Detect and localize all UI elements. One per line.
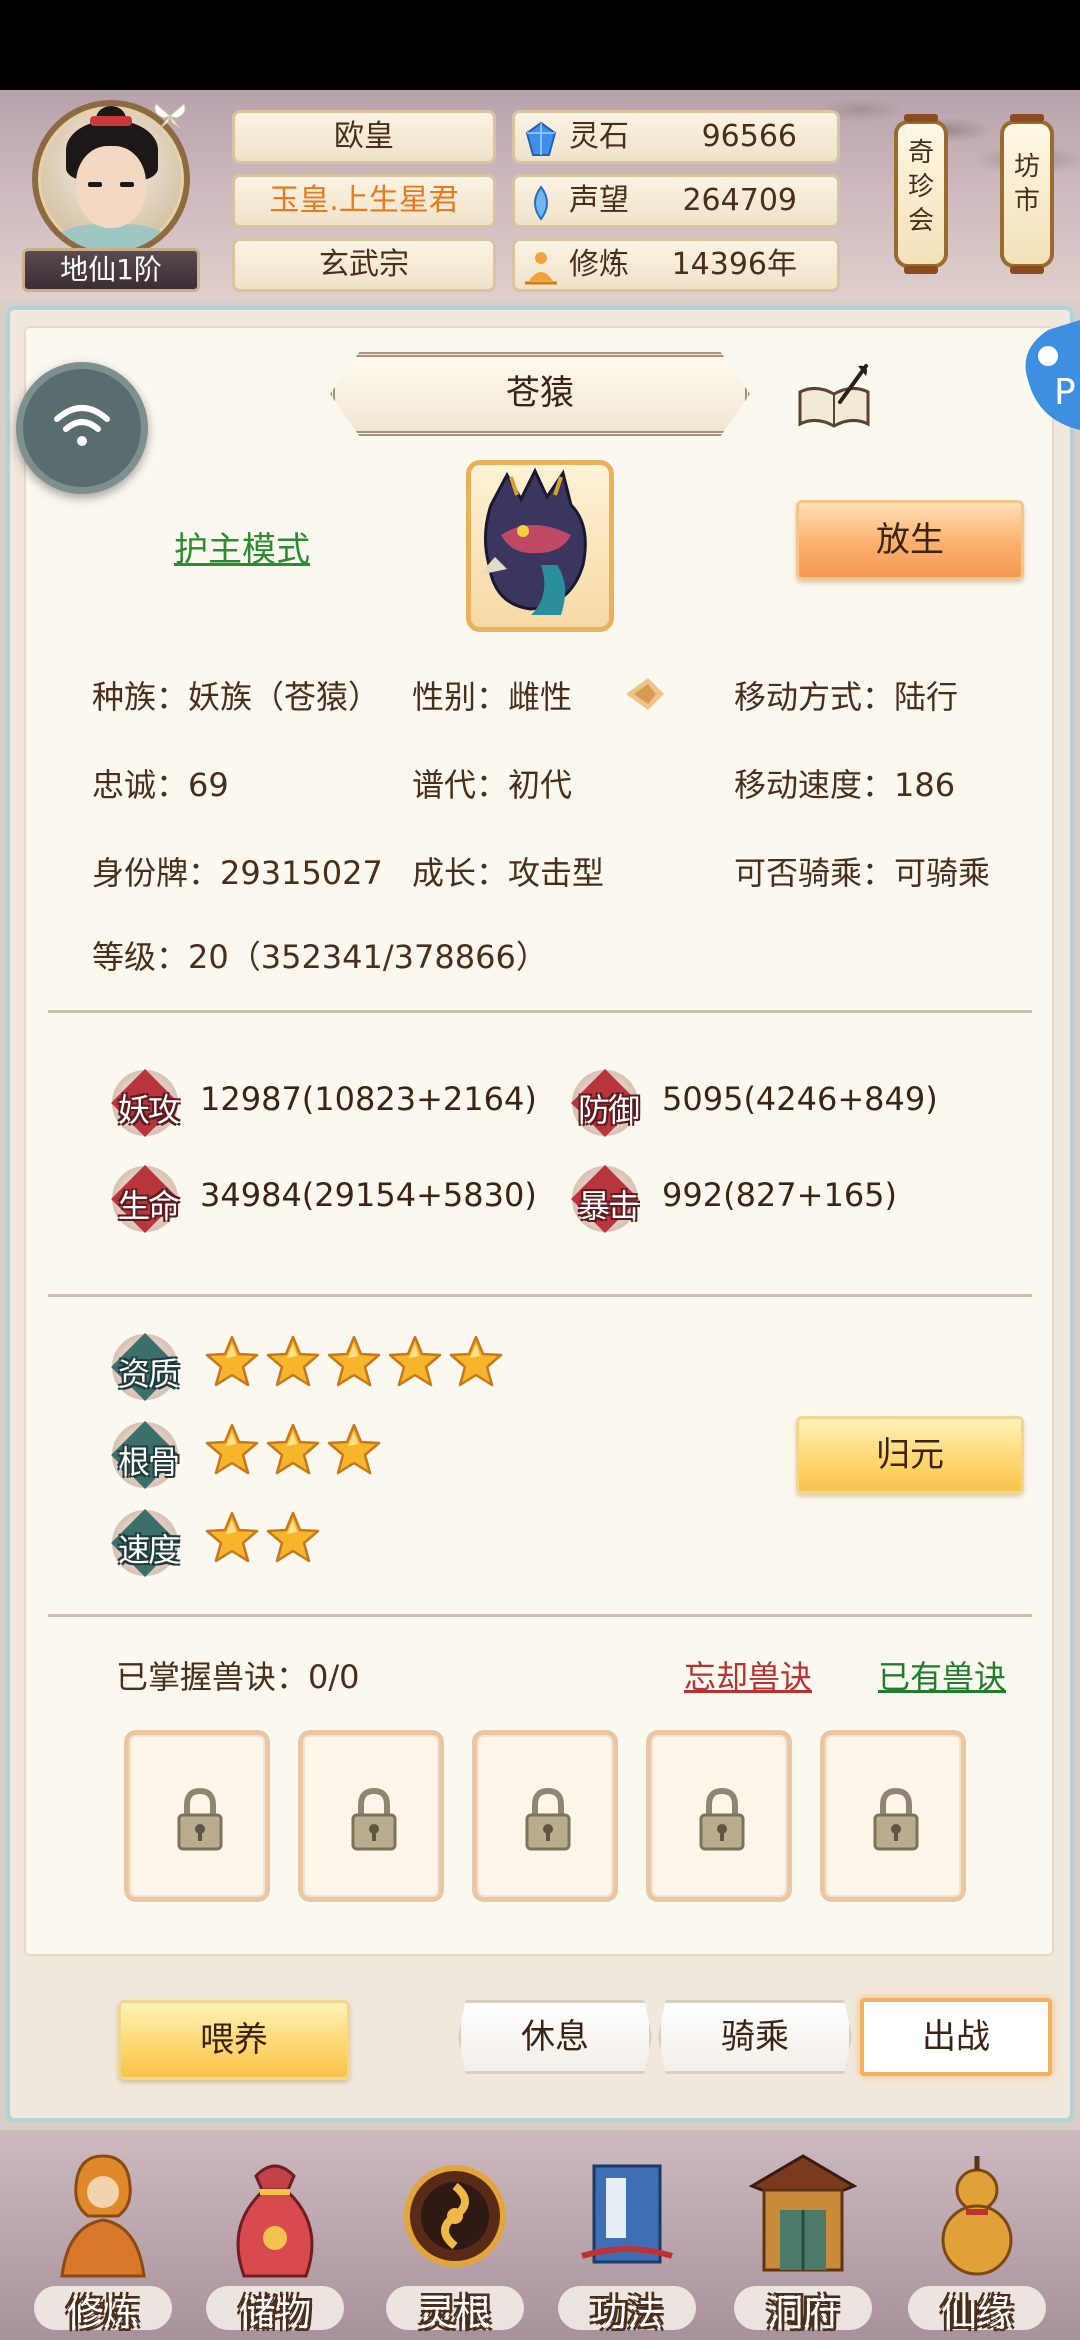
aptitude-quality-stars [204, 1334, 509, 1394]
star-icon [265, 1422, 321, 1478]
pet-rideable: 可否骑乘：可骑乘 [734, 854, 991, 892]
divider [48, 1010, 1032, 1013]
star-icon [448, 1334, 504, 1390]
rest-button[interactable]: 休息 [458, 2000, 652, 2074]
treasure-fair-button[interactable]: 奇 珍 会 [894, 114, 948, 274]
star-icon [204, 1334, 260, 1390]
nav-immortal-fate[interactable]: 仙缘 [892, 2138, 1062, 2338]
pet-loyalty: 忠诚：69 [92, 766, 229, 804]
star-icon [265, 1334, 321, 1390]
pet-name-title: 苍猿 [330, 352, 750, 436]
market-button[interactable]: 坊 市 [1000, 114, 1054, 274]
stat-defense-value: 5095(4246+849) [662, 1080, 938, 1118]
technique-book-icon [581, 2164, 673, 2264]
lock-icon [177, 1787, 223, 1851]
skill-slot-locked[interactable] [646, 1730, 792, 1902]
pet-generation: 谱代：初代 [412, 766, 573, 804]
gourd-icon [941, 2156, 1013, 2276]
svg-text:P: P [1054, 372, 1076, 413]
lock-icon [351, 1787, 397, 1851]
aptitude-badge-quality: 资质 [111, 1333, 180, 1401]
stat-attack-value: 12987(10823+2164) [200, 1080, 537, 1118]
pet-growth: 成长：攻击型 [412, 854, 605, 892]
release-button[interactable]: 放生 [796, 500, 1024, 580]
player-title: 玉皇.上生星君 [232, 174, 496, 228]
stat-badge-attack: 妖攻 [111, 1069, 180, 1137]
status-bar [0, 0, 1080, 90]
reputation-icon [523, 185, 559, 221]
star-icon [204, 1422, 260, 1478]
pet-race: 种族：妖族（苍猿） [92, 678, 381, 716]
meditating-monk-icon [60, 2154, 146, 2278]
ride-button[interactable]: 骑乘 [658, 2000, 852, 2074]
stat-badge-crit: 暴击 [571, 1165, 640, 1233]
spirit-root-icon [404, 2165, 506, 2267]
skill-slot-locked[interactable] [472, 1730, 618, 1902]
nav-technique[interactable]: 功法 [542, 2138, 712, 2338]
resource-spirit-stone: 灵石 96566 [512, 110, 840, 164]
lock-icon [873, 1787, 919, 1851]
skill-slot-locked[interactable] [298, 1730, 444, 1902]
cultivation-icon [523, 249, 559, 285]
lock-icon [525, 1787, 571, 1851]
aptitude-bone-stars [204, 1422, 387, 1482]
network-floating-button[interactable] [16, 362, 148, 494]
divider [48, 1614, 1032, 1617]
revert-button[interactable]: 归元 [796, 1416, 1024, 1494]
resource-reputation: 声望 264709 [512, 174, 840, 228]
stat-hp-value: 34984(29154+5830) [200, 1176, 537, 1214]
star-icon [387, 1334, 443, 1390]
battle-button[interactable]: 出战 [860, 1998, 1052, 2076]
stat-badge-hp: 生命 [111, 1165, 180, 1233]
pet-gender: 性别：雌性 [412, 678, 573, 716]
pet-level: 等级：20（352341/378866） [92, 938, 548, 976]
spirit-stone-icon [523, 121, 559, 157]
guard-mode-link[interactable]: 护主模式 [174, 522, 310, 571]
butterfly-icon [150, 96, 190, 136]
wifi-icon [54, 405, 110, 446]
star-icon [326, 1422, 382, 1478]
side-helper-tab[interactable]: P [1018, 320, 1080, 430]
aptitude-badge-speed: 速度 [111, 1509, 180, 1577]
gender-switch-arrow-icon[interactable] [620, 670, 668, 718]
feed-button[interactable]: 喂养 [118, 2000, 350, 2080]
divider [48, 1294, 1032, 1297]
pet-id-tag: 身份牌：29315027 [92, 854, 383, 892]
resource-cultivation: 修炼 14396年 [512, 238, 840, 292]
skill-slot-locked[interactable] [124, 1730, 270, 1902]
pet-move-speed: 移动速度：186 [734, 766, 956, 804]
star-icon [204, 1510, 260, 1566]
pet-move-type: 移动方式：陆行 [734, 678, 959, 716]
lock-icon [699, 1787, 745, 1851]
pet-portrait [466, 460, 614, 632]
book-quill-icon[interactable] [796, 362, 872, 432]
star-icon [326, 1334, 382, 1390]
nav-spirit-root[interactable]: 灵根 [370, 2138, 540, 2338]
skills-mastered-label: 已掌握兽诀：0/0 [116, 1658, 360, 1696]
nav-cave-mansion[interactable]: 洞府 [718, 2138, 888, 2338]
player-sect: 玄武宗 [232, 238, 496, 292]
stat-badge-defense: 防御 [571, 1069, 640, 1137]
nav-cultivate[interactable]: 修炼 [18, 2138, 188, 2338]
player-rank-badge: 地仙1阶 [22, 248, 200, 292]
owned-skills-link[interactable]: 已有兽诀 [878, 1652, 1006, 1698]
aptitude-speed-stars [204, 1510, 326, 1570]
nav-storage[interactable]: 储物 [190, 2138, 360, 2338]
forget-skill-link[interactable]: 忘却兽诀 [684, 1652, 812, 1698]
aptitude-badge-bone: 根骨 [111, 1421, 180, 1489]
storage-bag-icon [236, 2164, 314, 2278]
player-name: 欧皇 [232, 110, 496, 164]
cave-mansion-icon [748, 2154, 858, 2272]
star-icon [265, 1510, 321, 1566]
skill-slot-locked[interactable] [820, 1730, 966, 1902]
stat-crit-value: 992(827+165) [662, 1176, 898, 1214]
